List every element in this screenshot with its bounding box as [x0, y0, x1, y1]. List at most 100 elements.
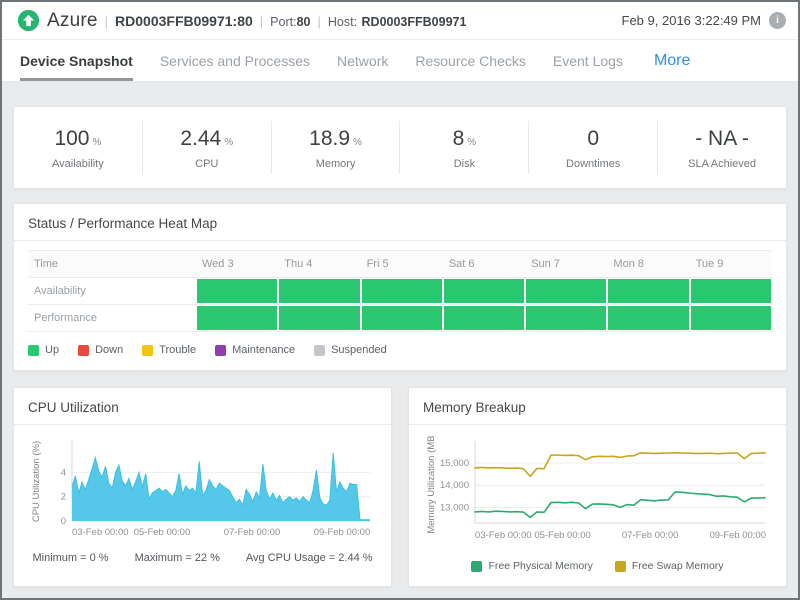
legend-item-down: Down [78, 344, 123, 356]
cpu-average: Avg CPU Usage = 2.44 % [246, 552, 373, 564]
heatmap-time-header: Time [28, 251, 196, 277]
stat-unit: % [353, 137, 362, 148]
x-tick-label: 03-Feb 00:00 [72, 527, 129, 538]
up-arrow-status-icon [18, 10, 39, 31]
heatmap-cell-wrap [443, 278, 525, 304]
legend-item-suspended: Suspended [314, 344, 387, 356]
legend-label: Free Swap Memory [632, 560, 724, 572]
y-axis-label: CPU Utilization (%) [31, 441, 42, 522]
divider [409, 424, 786, 425]
y-tick-label: 15,000 [440, 458, 469, 469]
port-value: 80 [297, 15, 311, 29]
stat-label: Disk [400, 158, 528, 170]
heatmap-title: Status / Performance Heat Map [28, 216, 772, 240]
heatmap-cell-up[interactable] [362, 306, 442, 330]
heatmap-day-header: Sat 6 [443, 251, 525, 277]
line-series [475, 492, 765, 518]
stat-value: - NA - [695, 127, 749, 150]
tab-event-logs[interactable]: Event Logs [553, 40, 623, 81]
legend-swatch [142, 345, 153, 356]
charts-row: CPU Utilization 02403-Feb 00:0005-Feb 00… [13, 387, 787, 587]
memory-line-chart: 13,00014,00015,00003-Feb 00:0005-Feb 00:… [423, 435, 771, 545]
cpu-maximum: Maximum = 22 % [135, 552, 220, 564]
legend-swatch [28, 345, 39, 356]
heatmap-day-header: Tue 9 [690, 251, 772, 277]
heatmap-row-availability: Availability [28, 278, 772, 305]
cpu-area-chart: 02403-Feb 00:0005-Feb 00:0007-Feb 00:000… [28, 435, 376, 541]
heatmap-cell-up[interactable] [197, 279, 277, 303]
info-icon[interactable]: i [769, 12, 786, 29]
tab-bar: Device Snapshot Services and Processes Net… [2, 40, 798, 82]
series-legend-free-physical-memory[interactable]: Free Physical Memory [471, 560, 592, 572]
heatmap-cell-wrap [196, 305, 278, 331]
heatmap-day-header: Sun 7 [525, 251, 607, 277]
host-label: Host: [328, 15, 357, 29]
legend-label: Up [45, 344, 59, 356]
cpu-chart: 02403-Feb 00:0005-Feb 00:0007-Feb 00:000… [28, 435, 377, 546]
legend-label: Maintenance [232, 344, 295, 356]
stat-availability: 100%Availability [14, 121, 142, 174]
monitor-address: RD0003FFB09971:80 [115, 13, 253, 29]
heatmap-cell-wrap [361, 305, 443, 331]
heatmap-cell-up[interactable] [279, 279, 359, 303]
legend-swatch [615, 561, 626, 572]
heatmap-cell-wrap [443, 305, 525, 331]
heatmap-cell-wrap [278, 305, 360, 331]
y-tick-label: 2 [61, 492, 66, 503]
x-tick-label: 05-Feb 00:00 [534, 530, 591, 541]
cpu-summary: Minimum = 0 % Maximum = 22 % Avg CPU Usa… [28, 552, 377, 566]
stat-value: 100 [54, 127, 89, 150]
x-tick-label: 07-Feb 00:00 [622, 530, 679, 541]
header: Azure | RD0003FFB09971:80 | Port:80 | Ho… [2, 2, 798, 40]
tab-services-and-processes[interactable]: Services and Processes [160, 40, 310, 81]
heatmap-cell-up[interactable] [279, 306, 359, 330]
heatmap-cell-wrap [525, 278, 607, 304]
legend-swatch [471, 561, 482, 572]
heatmap-cell-up[interactable] [526, 306, 606, 330]
cpu-chart-card: CPU Utilization 02403-Feb 00:0005-Feb 00… [13, 387, 392, 587]
x-tick-label: 09-Feb 00:00 [709, 530, 766, 541]
tab-network[interactable]: Network [337, 40, 388, 81]
heatmap-cell-up[interactable] [526, 279, 606, 303]
legend-swatch [215, 345, 226, 356]
stat-unit: % [92, 137, 101, 148]
stat-memory: 18.9%Memory [271, 121, 400, 174]
heatmap-day-header: Thu 4 [278, 251, 360, 277]
separator: | [260, 14, 263, 29]
tab-device-snapshot[interactable]: Device Snapshot [20, 40, 133, 81]
tab-more[interactable]: More [654, 52, 690, 70]
summary-stats-card: 100%Availability2.44%CPU18.9%Memory 8% Dis… [13, 106, 787, 189]
heatmap-cell-up[interactable] [444, 279, 524, 303]
legend-label: Suspended [331, 344, 387, 356]
legend-item-trouble: Trouble [142, 344, 196, 356]
heatmap-cell-up[interactable] [197, 306, 277, 330]
heatmap-cell-up[interactable] [608, 279, 688, 303]
stat-value: 8 [453, 127, 465, 150]
heatmap-day-header: Fri 5 [361, 251, 443, 277]
heatmap-cell-up[interactable] [362, 279, 442, 303]
heatmap-header-row: TimeWed 3Thu 4Fri 5Sat 6Sun 7Mon 8Tue 9 [28, 251, 772, 278]
legend-label: Free Physical Memory [488, 560, 592, 572]
stat-value: 0 [587, 127, 599, 150]
heatmap-cell-up[interactable] [691, 306, 771, 330]
y-tick-label: 4 [61, 467, 66, 478]
stat-sla-achieved: - NA -SLA Achieved [657, 121, 786, 174]
tab-resource-checks[interactable]: Resource Checks [415, 40, 526, 81]
heatmap-cell-up[interactable] [691, 279, 771, 303]
cpu-chart-title: CPU Utilization [28, 400, 377, 424]
legend-item-maintenance: Maintenance [215, 344, 295, 356]
heatmap-cell-wrap [607, 305, 689, 331]
heatmap-day-header: Mon 8 [607, 251, 689, 277]
stat-cpu: 2.44%CPU [142, 121, 271, 174]
legend-label: Trouble [159, 344, 196, 356]
memory-chart-title: Memory Breakup [423, 400, 772, 424]
memory-chart-card: Memory Breakup 13,00014,00015,00003-Feb … [408, 387, 787, 587]
memory-legend: Free Physical Memory Free Swap Memory [423, 560, 772, 574]
page-body: 100%Availability2.44%CPU18.9%Memory8%Dis… [2, 82, 798, 587]
x-tick-label: 07-Feb 00:00 [224, 527, 281, 538]
series-legend-free-swap-memory[interactable]: Free Swap Memory [615, 560, 724, 572]
stat-downtimes: 0Downtimes [528, 121, 657, 174]
line-series [475, 453, 765, 477]
heatmap-cell-up[interactable] [608, 306, 688, 330]
heatmap-cell-up[interactable] [444, 306, 524, 330]
